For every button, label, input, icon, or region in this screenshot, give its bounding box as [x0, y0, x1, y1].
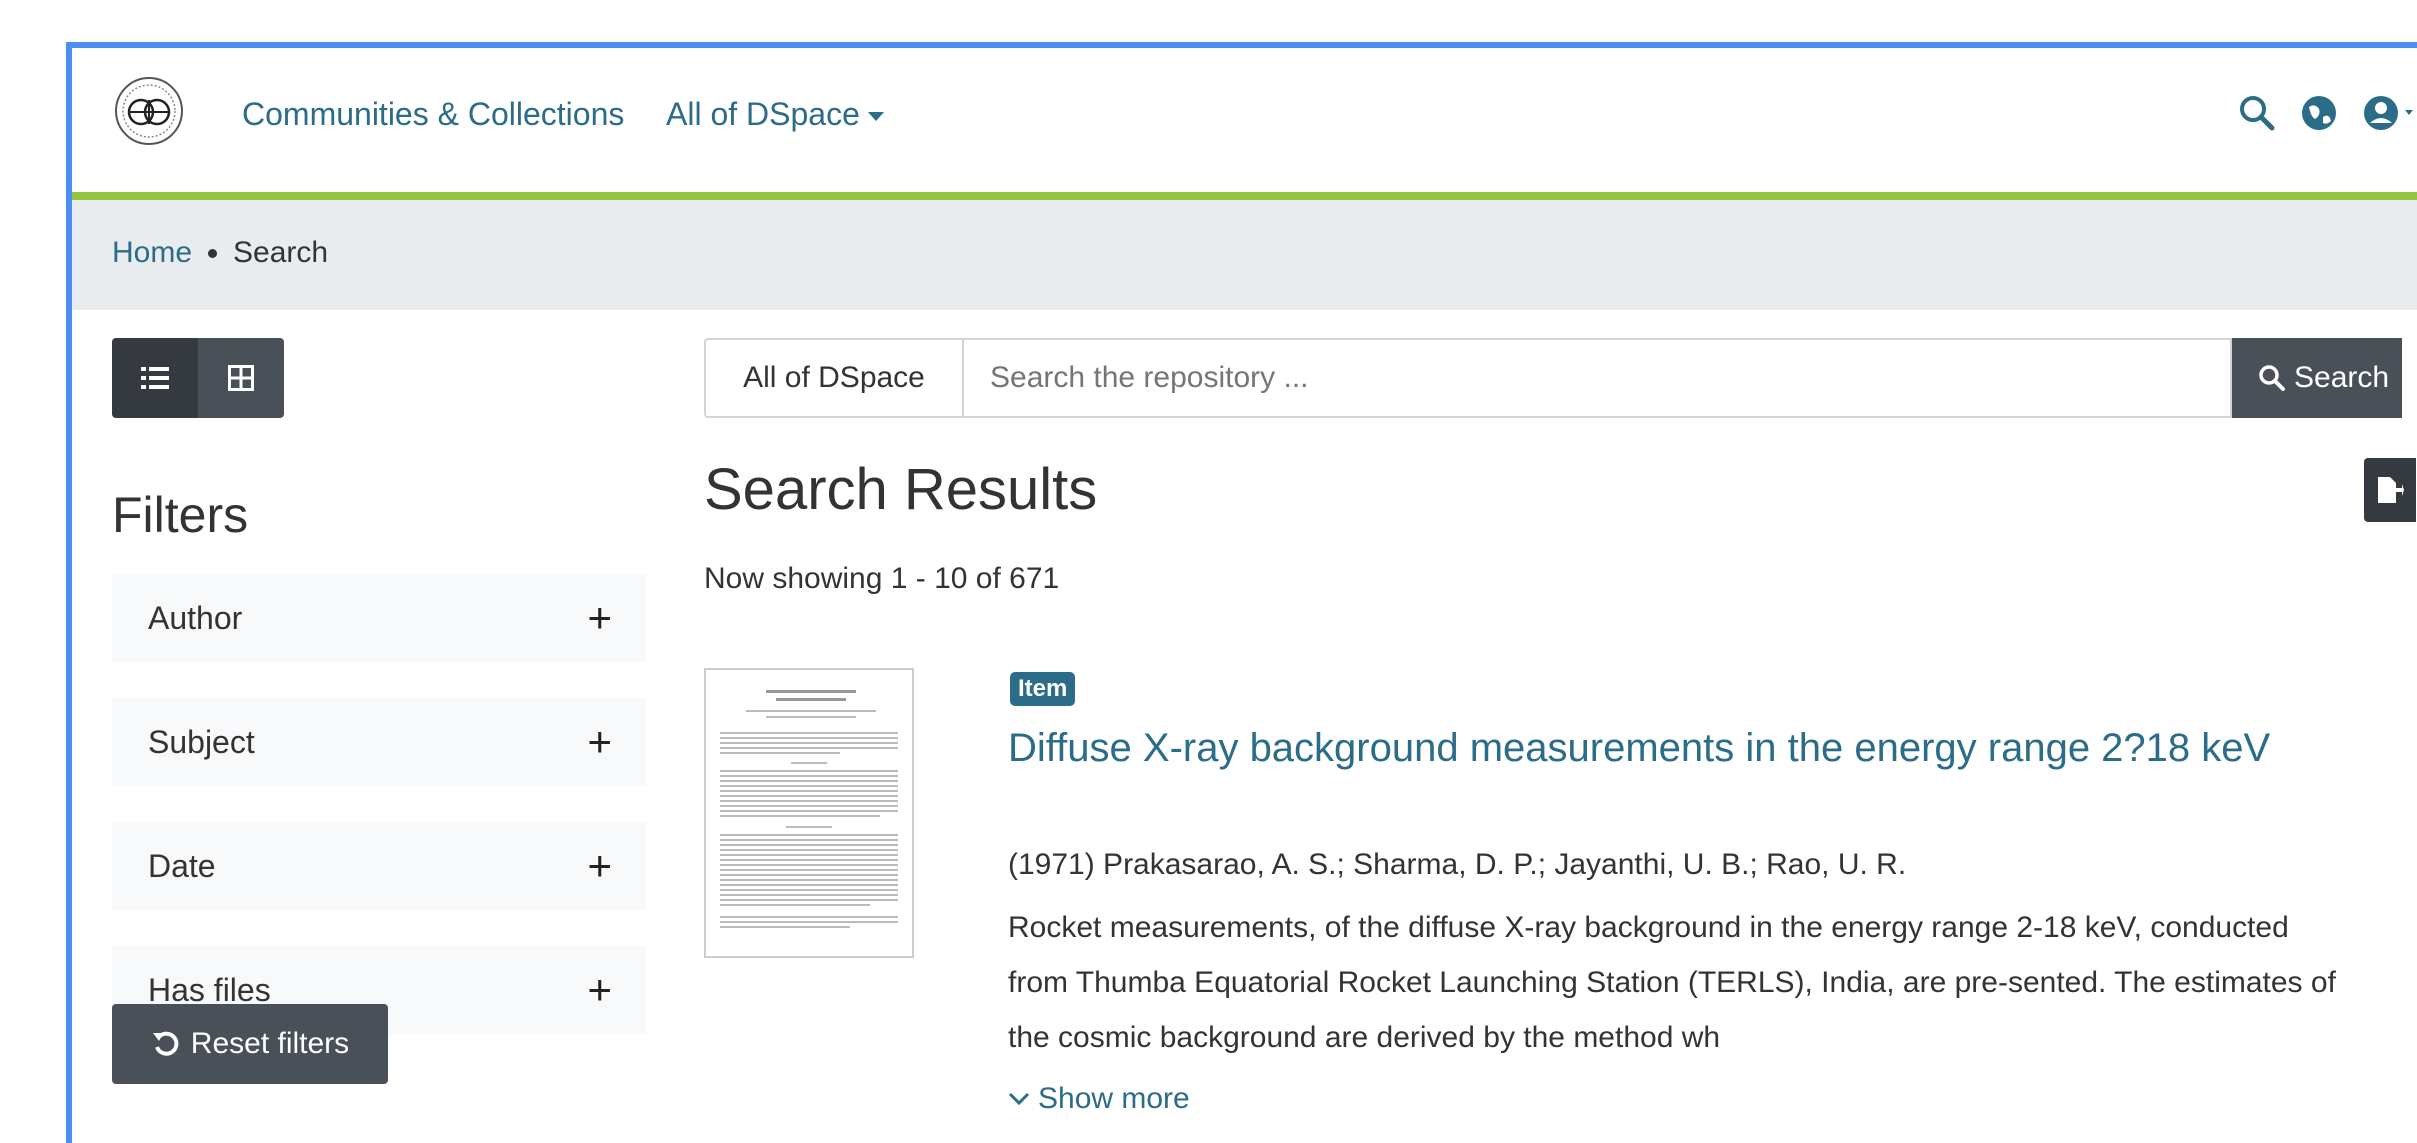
filter-label: Author	[148, 599, 243, 636]
navbar-icon-group	[2237, 88, 2417, 138]
breadcrumb-bar: Home Search	[72, 200, 2417, 310]
filter-date[interactable]: Date +	[112, 822, 646, 910]
search-button[interactable]: Search	[2232, 338, 2402, 418]
abstract-fade-overlay	[1812, 1010, 2112, 1065]
undo-icon	[152, 1031, 179, 1056]
search-input[interactable]	[964, 338, 2232, 418]
filter-label: Subject	[148, 723, 255, 760]
user-account-icon[interactable]	[2361, 93, 2417, 133]
item-date-authors: (1971) Prakasarao, A. S.; Sharma, D. P.;…	[1008, 848, 1907, 881]
breadcrumb: Home Search	[112, 236, 328, 270]
list-view-icon	[141, 367, 169, 389]
filter-author[interactable]: Author +	[112, 574, 646, 662]
search-button-label: Search	[2294, 361, 2390, 394]
browser-viewport: Communities & Collections All of DSpace …	[66, 42, 2417, 1143]
grid-view-button[interactable]	[198, 338, 284, 418]
nav-all-of-dspace-label: All of DSpace	[666, 96, 860, 132]
search-icon	[2259, 365, 2285, 391]
caret-down-icon	[867, 112, 884, 122]
institute-seal-logo[interactable]	[114, 76, 184, 146]
reset-filters-label: Reset filters	[190, 1027, 350, 1060]
chevron-down-icon	[1008, 1092, 1030, 1106]
filter-label: Has files	[148, 971, 271, 1008]
item-abstract: Rocket measurements, of the diffuse X-ra…	[1008, 911, 2336, 1054]
expand-plus-icon[interactable]: +	[587, 594, 612, 642]
filter-label: Date	[148, 847, 216, 884]
breadcrumb-separator	[208, 248, 218, 258]
search-icon[interactable]	[2237, 93, 2277, 133]
view-mode-toggle	[112, 338, 284, 418]
page-title: Search Results	[704, 457, 1098, 522]
breadcrumb-current: Search	[233, 236, 329, 269]
nav-all-of-dspace-dropdown[interactable]: All of DSpace	[666, 96, 884, 133]
document-page-image	[720, 690, 898, 928]
list-view-button[interactable]	[112, 338, 198, 418]
top-navbar: Communities & Collections All of DSpace	[72, 48, 2417, 200]
expand-plus-icon[interactable]: +	[587, 718, 612, 766]
expand-plus-icon[interactable]: +	[587, 842, 612, 890]
show-more-link[interactable]: Show more	[1008, 1082, 1190, 1116]
grid-view-icon	[228, 365, 254, 391]
filter-subject[interactable]: Subject +	[112, 698, 646, 786]
results-count: Now showing 1 - 10 of 671	[704, 562, 1060, 595]
item-thumbnail[interactable]	[704, 668, 914, 958]
expand-plus-icon[interactable]: +	[587, 966, 612, 1014]
item-type-badge: Item	[1010, 672, 1076, 706]
breadcrumb-home-link[interactable]: Home	[112, 236, 192, 270]
export-button[interactable]	[2364, 458, 2416, 522]
search-bar: All of DSpace Search	[704, 338, 2402, 418]
show-more-label: Show more	[1038, 1082, 1190, 1115]
search-scope-selector[interactable]: All of DSpace	[704, 338, 964, 418]
item-title-link[interactable]: Diffuse X-ray background measurements in…	[1008, 716, 2308, 780]
filters-heading: Filters	[112, 487, 249, 543]
file-export-icon	[2378, 477, 2404, 503]
reset-filters-button[interactable]: Reset filters	[112, 1004, 388, 1084]
language-globe-icon[interactable]	[2299, 93, 2339, 133]
nav-communities-collections[interactable]: Communities & Collections	[242, 96, 624, 133]
